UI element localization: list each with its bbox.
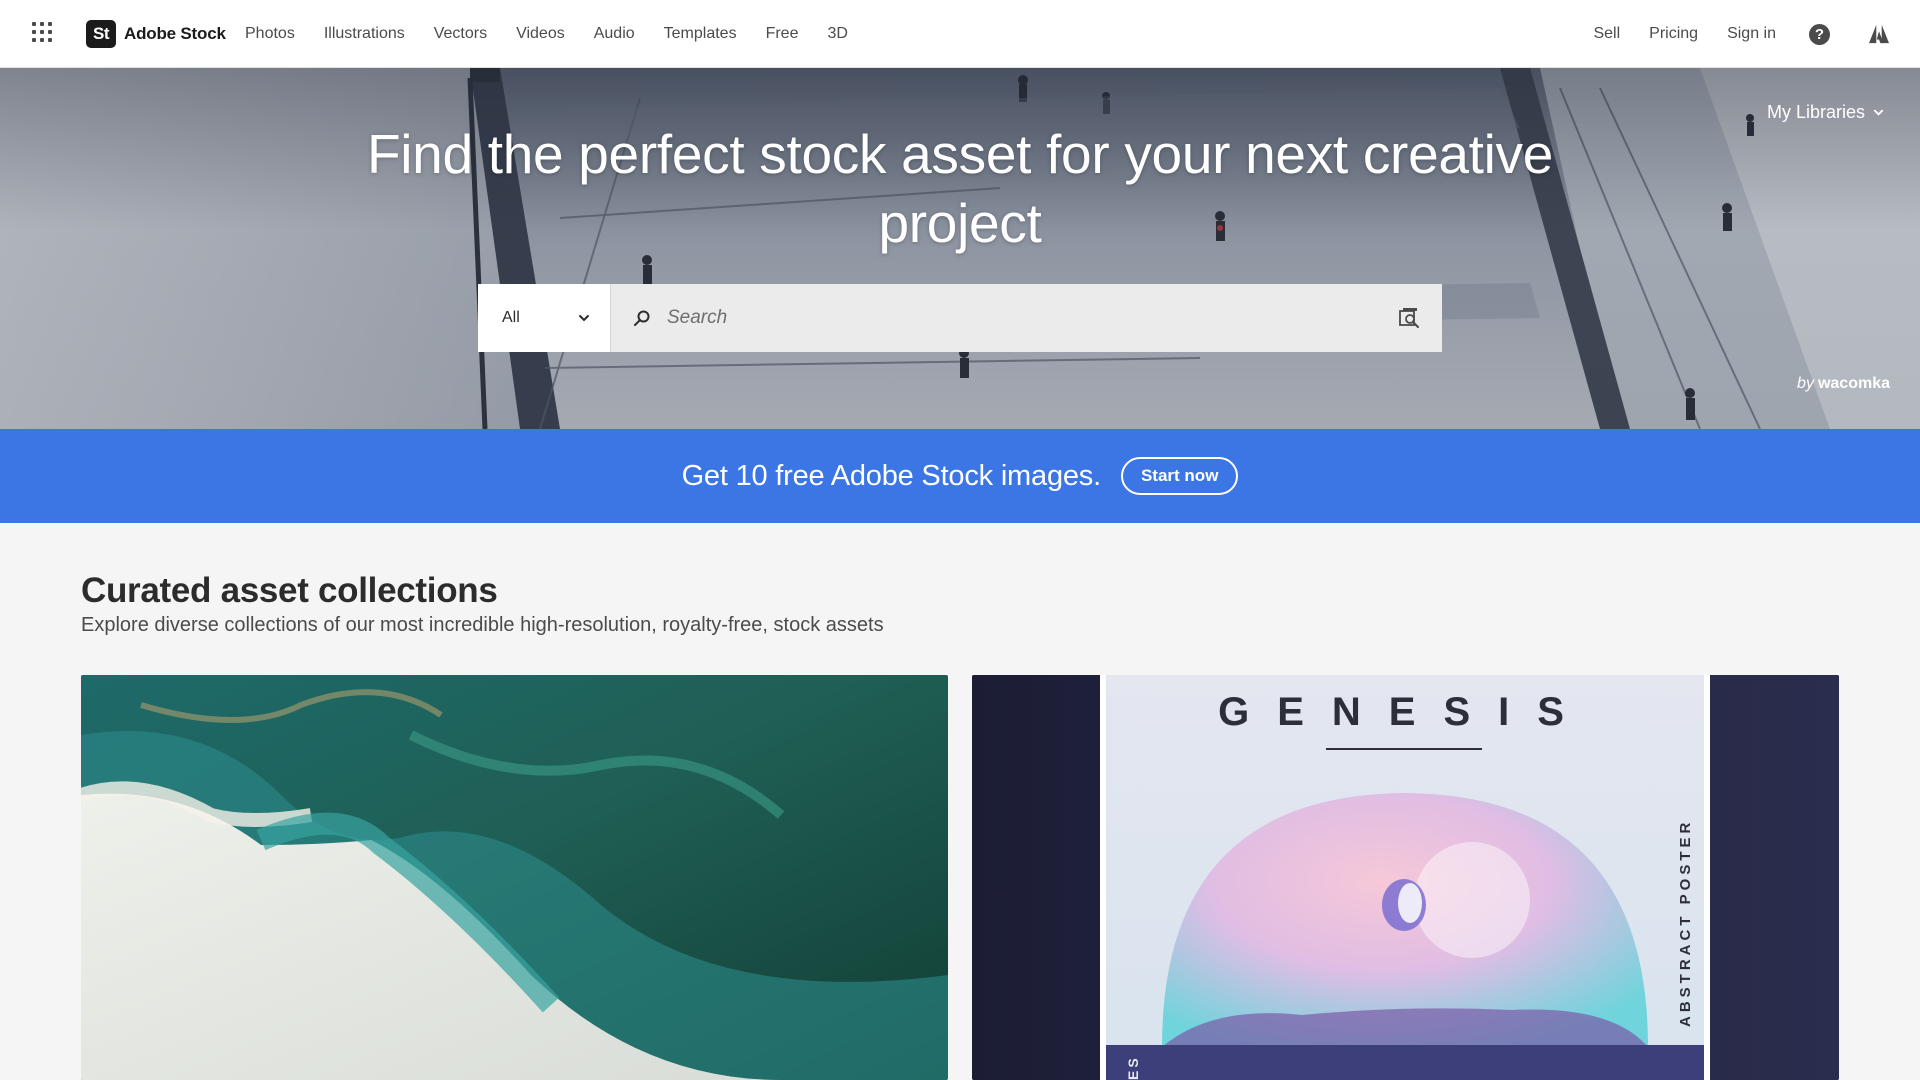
asset-type-select[interactable]: All: [478, 284, 611, 352]
nav-link-3d[interactable]: 3D: [827, 25, 847, 43]
ocean-waves-image: [81, 675, 948, 1080]
nav-link-templates[interactable]: Templates: [664, 25, 737, 43]
search-input[interactable]: [667, 307, 1398, 329]
nav-link-vectors[interactable]: Vectors: [434, 25, 487, 43]
adobe-stock-logo: St: [86, 20, 116, 48]
sell-link[interactable]: Sell: [1593, 25, 1620, 43]
brand-name: Adobe Stock: [124, 24, 226, 43]
pricing-link[interactable]: Pricing: [1649, 25, 1698, 43]
hero-banner: Find the perfect stock asset for your ne…: [0, 68, 1920, 429]
nav-link-free[interactable]: Free: [766, 25, 799, 43]
genesis-poster-collection-card[interactable]: GENESIS ABSTRACT POSTER ES: [972, 675, 1839, 1080]
ocean-waves-collection-card[interactable]: [81, 675, 948, 1080]
my-libraries-label: My Libraries: [1766, 102, 1865, 122]
nav-link-videos[interactable]: Videos: [516, 25, 565, 43]
credit-by: by: [1797, 375, 1814, 392]
credit-author[interactable]: wacomka: [1818, 375, 1890, 392]
genesis-poster-title: GENESIS: [1218, 690, 1592, 734]
nav-link-photos[interactable]: Photos: [245, 25, 295, 43]
promo-banner: Get 10 free Adobe Stock images. Start no…: [0, 429, 1920, 523]
image-credit: by wacomka: [1797, 375, 1890, 393]
help-icon[interactable]: ?: [1809, 23, 1830, 45]
genesis-poster-image: GENESIS ABSTRACT POSTER ES: [972, 675, 1839, 1080]
my-libraries-dropdown[interactable]: My Libraries: [1767, 102, 1884, 123]
app-switcher-icon[interactable]: [32, 22, 52, 42]
collections-title: Curated asset collections: [81, 571, 498, 610]
nav-link-audio[interactable]: Audio: [594, 25, 635, 43]
asset-type-value: All: [502, 309, 520, 326]
search-icon: [634, 310, 650, 326]
hero-title: Find the perfect stock asset for your ne…: [366, 123, 1554, 254]
adobe-icon[interactable]: [1868, 24, 1890, 44]
start-now-button[interactable]: Start now: [1120, 457, 1239, 495]
account-nav: Sell Pricing Sign in ?: [1593, 0, 1920, 68]
genesis-side-text: ABSTRACT POSTER: [1677, 819, 1694, 1027]
sign-in-link[interactable]: Sign in: [1727, 25, 1776, 43]
search-field: [611, 284, 1442, 352]
top-navigation: St Adobe Stock Photos Illustrations Vect…: [0, 0, 1920, 68]
category-nav: Photos Illustrations Vectors Videos Audi…: [245, 0, 877, 68]
promo-text: Get 10 free Adobe Stock images.: [681, 459, 1102, 492]
chevron-down-icon: [579, 315, 589, 322]
adobe-stock-home-link[interactable]: St Adobe Stock: [86, 20, 226, 48]
visual-search-icon[interactable]: [1398, 307, 1420, 329]
nav-link-illustrations[interactable]: Illustrations: [324, 25, 405, 43]
chevron-down-icon: [1873, 109, 1884, 116]
collections-subtitle: Explore diverse collections of our most …: [81, 614, 884, 636]
search-bar: All: [478, 284, 1442, 352]
genesis-bottom-text: ES: [1125, 1055, 1141, 1080]
